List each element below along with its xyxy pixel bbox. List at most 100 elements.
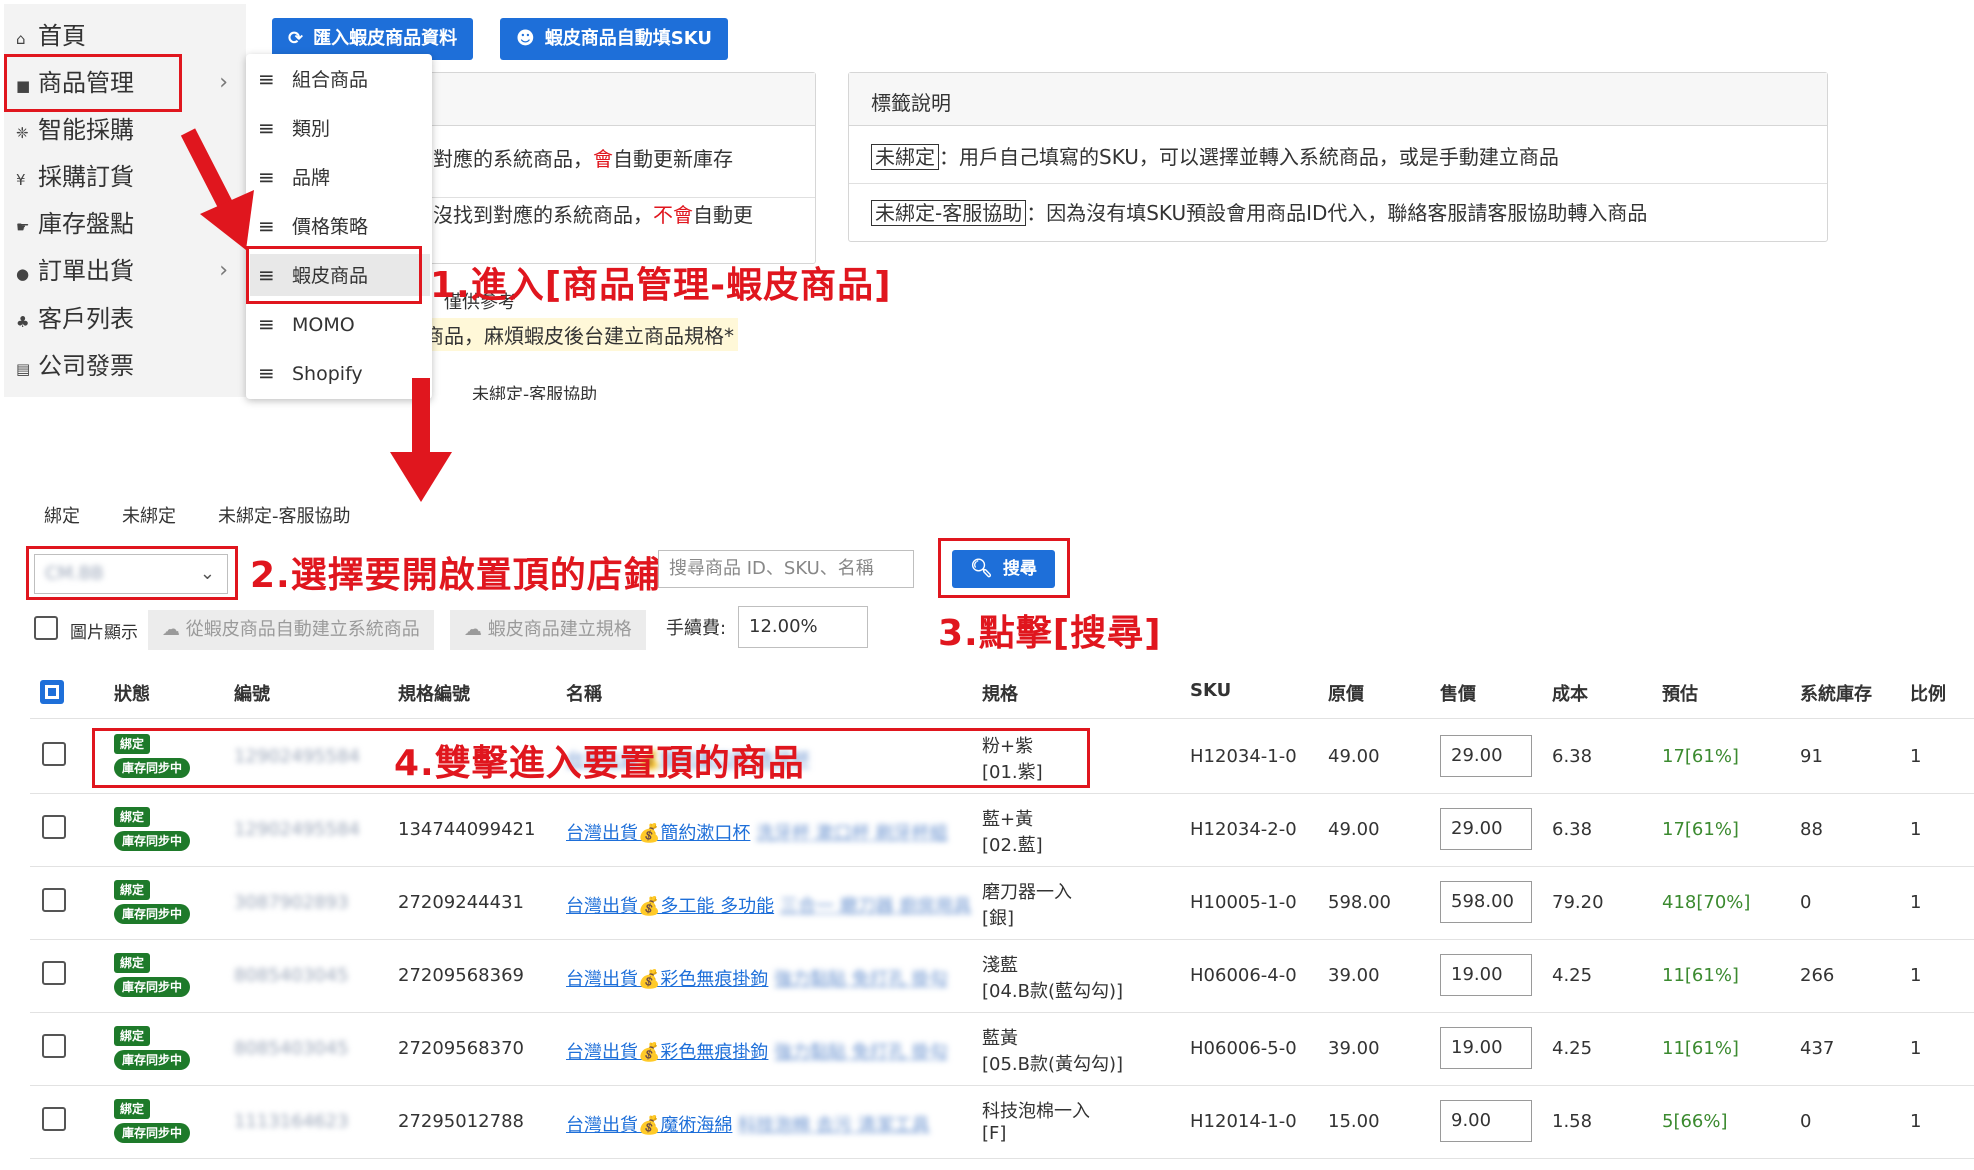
row-checkbox[interactable]	[42, 888, 66, 912]
create-spec-button[interactable]: ☁ 蝦皮商品建立規格	[450, 610, 646, 650]
row-spec-line1: 科技泡棉一入	[982, 1101, 1090, 1122]
row-checkbox[interactable]	[42, 1034, 66, 1058]
tab-bound[interactable]: 綁定	[44, 502, 80, 528]
tab-unbound-cs[interactable]: 未綁定-客服協助	[218, 502, 351, 528]
submenu-item-category[interactable]: ≡ 類別	[258, 107, 330, 149]
users-icon: ♣	[16, 313, 30, 331]
sidebar-item-purchase-order[interactable]: ¥ 採購訂貨	[16, 157, 134, 197]
sidebar-item-label: 客戶列表	[38, 305, 134, 333]
sidebar-item-invoice[interactable]: ▤ 公司發票	[16, 346, 134, 386]
row-sku: H12014-1-0	[1190, 1111, 1297, 1132]
status-badge-bound: 綁定	[114, 1026, 151, 1046]
row-price-input[interactable]: 598.00	[1440, 881, 1532, 923]
header-divider	[30, 718, 1974, 719]
row-sku: H10005-1-0	[1190, 892, 1297, 913]
highlight-shopee-item	[246, 246, 422, 304]
invoice-icon: ▤	[16, 360, 31, 378]
row-spec-id: 27209568369	[398, 965, 524, 986]
col-ratio[interactable]: 比例	[1910, 680, 1946, 706]
col-stock[interactable]: 系統庫存	[1800, 680, 1872, 706]
fee-input[interactable]: 12.00%	[738, 606, 868, 648]
tab-unbound[interactable]: 未綁定	[122, 502, 176, 528]
row-divider	[30, 793, 1974, 794]
row-estimate: 17[61%]	[1662, 746, 1739, 767]
col-sku[interactable]: SKU	[1190, 680, 1231, 701]
row-sku: H12034-2-0	[1190, 819, 1297, 840]
status-badge-sync: 庫存同步中	[114, 1050, 191, 1070]
submenu-item-momo[interactable]: ≡ MOMO	[258, 303, 355, 345]
row-stock: 0	[1800, 1111, 1812, 1132]
row-divider	[30, 1085, 1974, 1086]
note-cs-help: 未綁定-客服協助	[472, 385, 598, 400]
col-estimate[interactable]: 預估	[1662, 680, 1698, 706]
row-checkbox[interactable]	[42, 1107, 66, 1131]
image-toggle-label: 圖片顯示	[70, 623, 138, 643]
image-toggle-checkbox[interactable]	[34, 616, 58, 640]
status-badge-sync: 庫存同步中	[114, 904, 191, 924]
annotation-step-2: 2.選擇要開啟置頂的店鋪	[250, 555, 661, 596]
row-divider	[30, 866, 1974, 867]
chevron-right-icon: ›	[219, 70, 228, 95]
tag-legend-panel: 標籤說明 未綁定 ：用戶自己填寫的SKU，可以選擇並轉入系統商品，或是手動建立商品…	[848, 72, 1828, 242]
row-spec-line1: 藍黃	[982, 1028, 1018, 1049]
row-price-input[interactable]: 19.00	[1440, 954, 1532, 996]
row-divider	[30, 1158, 1974, 1159]
sidebar-item-home[interactable]: ⌂ 首頁	[16, 16, 86, 56]
store-select[interactable]: CM.BB ⌄	[34, 554, 228, 594]
search-button[interactable]: 🔍︎ 搜尋	[952, 550, 1055, 588]
sidebar-item-label: 公司發票	[38, 352, 134, 380]
row-name-link[interactable]: 台灣出貨💰彩色無痕掛鉤 強力黏貼 免打孔 掛勾	[566, 965, 948, 991]
row-id: 12902495584	[234, 819, 360, 840]
row-price-input[interactable]: 19.00	[1440, 1027, 1532, 1069]
search-input[interactable]: 搜尋商品 ID、SKU、名稱	[658, 550, 914, 588]
row-estimate: 11[61%]	[1662, 965, 1739, 986]
button-label: 匯入蝦皮商品資料	[313, 28, 458, 49]
col-id[interactable]: 編號	[234, 680, 270, 706]
col-price[interactable]: 售價	[1440, 680, 1476, 706]
sync-line-1: 對應的系統商品，會自動更新庫存	[433, 147, 733, 171]
row-cost: 4.25	[1552, 1038, 1593, 1059]
row-sku: H06006-5-0	[1190, 1038, 1297, 1059]
submenu-item-pricing[interactable]: ≡ 價格策略	[258, 205, 368, 247]
sidebar-item-smart-purchase[interactable]: ❈ 智能採購	[16, 110, 134, 150]
col-cost[interactable]: 成本	[1552, 680, 1588, 706]
col-name[interactable]: 名稱	[566, 680, 602, 706]
row-spec-id: 134744099421	[398, 819, 536, 840]
row-name-link[interactable]: 台灣出貨💰魔術海綿 科技泡棉 去污 清潔工具	[566, 1111, 930, 1137]
submenu-item-brand[interactable]: ≡ 品牌	[258, 156, 330, 198]
row-stock: 88	[1800, 819, 1823, 840]
sidebar-item-customers[interactable]: ♣ 客戶列表	[16, 299, 134, 339]
col-spec[interactable]: 規格	[982, 680, 1018, 706]
row-checkbox[interactable]	[42, 961, 66, 985]
row-name-link[interactable]: 台灣出貨💰簡約漱口杯 洗牙杯 漱口杯 刷牙杯組	[566, 819, 948, 845]
row-spec-line1: 淺藍	[982, 955, 1018, 976]
col-orig-price[interactable]: 原價	[1328, 680, 1364, 706]
row-checkbox[interactable]	[42, 742, 66, 766]
row-stock: 91	[1800, 746, 1823, 767]
refresh-icon: ⟳	[288, 28, 304, 49]
row-id: 1113164623	[234, 1111, 349, 1132]
auto-create-products-button[interactable]: ☁ 從蝦皮商品自動建立系統商品	[148, 610, 434, 650]
row-orig-price: 39.00	[1328, 965, 1380, 986]
row-price-input[interactable]: 29.00	[1440, 735, 1532, 777]
auto-fill-sku-button[interactable]: ☻ 蝦皮商品自動填SKU	[500, 18, 728, 60]
sidebar-item-label: 採購訂貨	[38, 163, 134, 191]
row-cost: 79.20	[1552, 892, 1604, 913]
row-estimate: 418[70%]	[1662, 892, 1751, 913]
row-checkbox[interactable]	[42, 815, 66, 839]
note-spec-warning: 商品，麻煩蝦皮後台建立商品規格*	[420, 318, 738, 351]
select-all-checkbox[interactable]	[40, 680, 64, 704]
row-price-input[interactable]: 9.00	[1440, 1100, 1532, 1142]
row-price-input[interactable]: 29.00	[1440, 808, 1532, 850]
button-label: 蝦皮商品自動填SKU	[544, 28, 712, 49]
submenu-item-shopify[interactable]: ≡ Shopify	[258, 352, 363, 394]
row-id: 3087902893	[234, 892, 349, 913]
col-status[interactable]: 狀態	[114, 680, 150, 706]
col-spec-id[interactable]: 規格編號	[398, 680, 470, 706]
row-name-link[interactable]: 台灣出貨💰多工能 多功能 三合一 磨刀器 廚房用具	[566, 892, 971, 918]
annotation-step-4: 4.雙擊進入要置頂的商品	[394, 743, 805, 784]
sidebar-item-stocktake[interactable]: ☛ 庫存盤點	[16, 204, 134, 244]
menu-lines-icon: ≡	[258, 165, 275, 189]
row-name-link[interactable]: 台灣出貨💰彩色無痕掛鉤 強力黏貼 免打孔 掛勾	[566, 1038, 948, 1064]
submenu-item-combo[interactable]: ≡ 組合商品	[258, 58, 368, 100]
